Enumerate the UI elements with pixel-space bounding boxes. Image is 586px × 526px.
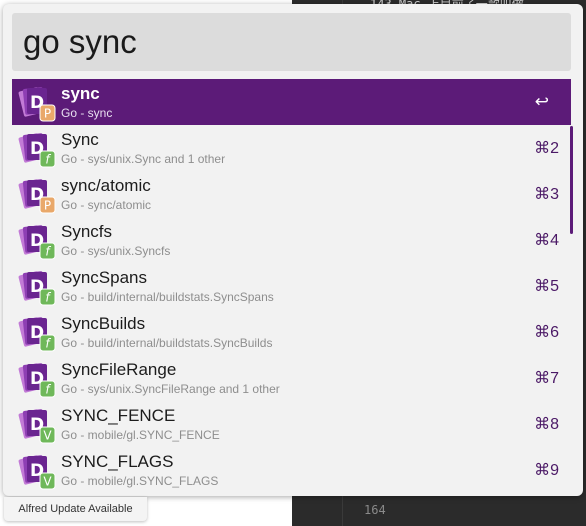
svg-text:V: V	[43, 475, 52, 489]
return-key-hint: ↩	[534, 92, 549, 111]
search-box	[12, 13, 571, 71]
shortcut-hint: ⌘7	[534, 370, 559, 387]
result-row[interactable]: D V SYNC_FLAGS Go - mobile/gl.SYNC_FLAGS ⌘9	[12, 447, 571, 493]
result-title: sync/atomic	[61, 176, 151, 195]
shortcut-hint: ⌘6	[534, 324, 559, 341]
editor-line-number: 164	[364, 503, 386, 517]
dash-docset-icon: DV	[18, 406, 56, 444]
result-subtitle: Go - sys/unix.Syncfs	[61, 244, 171, 258]
svg-text:P: P	[44, 199, 51, 213]
result-row[interactable]: D P sync Go - sync ↩	[12, 79, 571, 125]
dash-docset-icon: Df	[18, 268, 56, 306]
result-subtitle: Go - sync	[61, 106, 113, 120]
dash-docset-icon: DP	[18, 176, 56, 214]
shortcut-hint: ⌘5	[534, 278, 559, 295]
alfred-window: DP sync Go - sync ↩ Df Sync Go - sys/unix.Sync…	[3, 4, 583, 496]
result-subtitle: Go - mobile/gl.SYNC_FLAGS	[61, 474, 219, 488]
result-subtitle: Go - sync/atomic	[61, 198, 152, 212]
shortcut-hint: ⌘4	[534, 232, 559, 249]
result-title: SYNC_FLAGS	[61, 452, 174, 471]
shortcut-hint: ⌘3	[534, 186, 559, 203]
result-title: SyncSpans	[61, 268, 147, 287]
dash-docset-icon: DP	[18, 84, 56, 122]
shortcut-hint: ⌘8	[534, 416, 559, 433]
dash-docset-icon: Df	[18, 222, 56, 260]
result-title: Sync	[61, 130, 99, 149]
shortcut-hint: ⌘9	[534, 462, 559, 479]
search-input[interactable]	[23, 18, 553, 66]
result-title: SyncBuilds	[61, 314, 146, 333]
result-subtitle: Go - build/internal/buildstats.SyncBuild…	[61, 336, 273, 350]
result-row[interactable]: Df Sync Go - sys/unix.Sync and 1 other ⌘2	[12, 125, 571, 171]
result-row[interactable]: Df SyncFileRange Go - sys/unix.SyncFileRan…	[12, 355, 571, 401]
result-title: SYNC_FENCE	[61, 406, 176, 425]
dash-docset-icon: DV	[18, 452, 56, 490]
dash-docset-icon: Df	[18, 314, 56, 352]
result-row[interactable]: Df SyncSpans Go - build/internal/buildstat…	[12, 263, 571, 309]
result-title: sync	[61, 84, 100, 103]
result-subtitle: Go - sys/unix.Sync and 1 other	[61, 152, 226, 166]
svg-text:V: V	[43, 429, 52, 443]
result-title: Syncfs	[61, 222, 113, 241]
result-subtitle: Go - sys/unix.SyncFileRange and 1 other	[61, 382, 280, 396]
svg-text:P: P	[44, 107, 51, 121]
dash-docset-icon: Df	[18, 360, 56, 398]
result-title: SyncFileRange	[61, 360, 177, 379]
shortcut-hint: ⌘2	[534, 140, 559, 157]
result-subtitle: Go - build/internal/buildstats.SyncSpans	[61, 290, 274, 304]
results-list: D P sync Go - sync ↩ Df Sync Go - sys/unix.Sync…	[12, 79, 571, 493]
result-row[interactable]: Df Syncfs Go - sys/unix.Syncfs ⌘4	[12, 217, 571, 263]
result-row[interactable]: Df SyncBuilds Go - build/internal/buildsta…	[12, 309, 571, 355]
dash-docset-icon: Df	[18, 130, 56, 168]
result-row[interactable]: D P sync/atomic Go - sync/atomic ⌘3	[12, 171, 571, 217]
result-subtitle: Go - mobile/gl.SYNC_FENCE	[61, 428, 220, 442]
results-scrollbar[interactable]	[570, 126, 573, 234]
result-row[interactable]: D V SYNC_FENCE Go - mobile/gl.SYNC_FENCE ⌘8	[12, 401, 571, 447]
update-available-badge[interactable]: Alfred Update Available	[4, 497, 147, 521]
